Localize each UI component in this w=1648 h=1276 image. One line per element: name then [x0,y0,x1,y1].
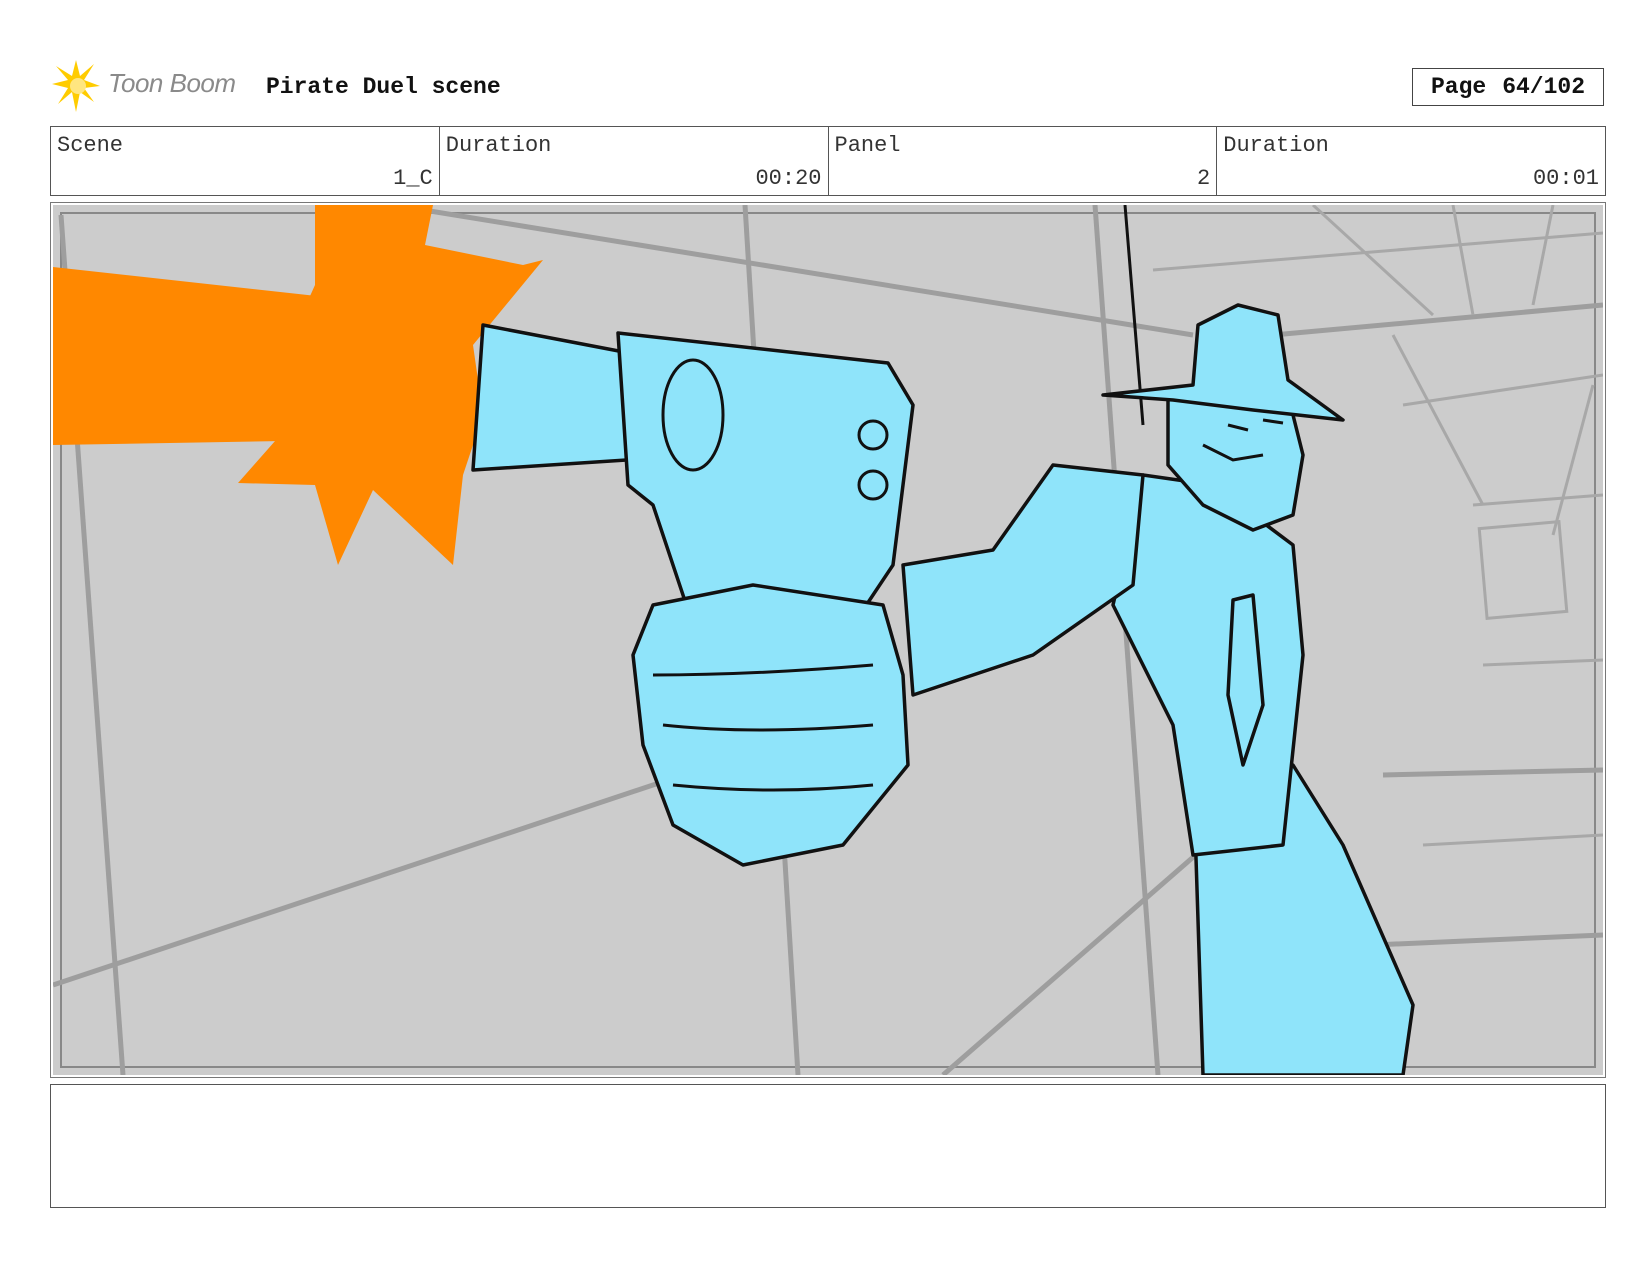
scene-duration-value: 00:20 [755,166,822,191]
scene-value: 1_C [393,166,433,191]
scene-cell: Scene 1_C [51,127,440,195]
logo-text: Toon Boom [108,68,236,98]
scene-duration-label: Duration [445,133,552,158]
page-number: 64/102 [1502,74,1586,100]
toon-boom-logo: Toon Boom [50,58,250,114]
page-label: Page [1430,74,1487,100]
panel-cell: Panel 2 [829,127,1218,195]
document-title: Pirate Duel scene [266,74,501,100]
panel-info-row: Scene 1_C Duration 00:20 Panel 2 Duratio… [50,126,1606,196]
panel-artwork [53,205,1603,1075]
header: Toon Boom Pirate Duel scene [50,58,1610,114]
panel-duration-value: 00:01 [1532,166,1599,191]
page-indicator: Page 64/102 [1412,68,1604,106]
panel-notes-box [50,1084,1606,1208]
panel-label: Panel [834,133,901,158]
panel-duration-label: Duration [1223,133,1329,158]
starburst-logo-icon [52,60,100,112]
scene-label: Scene [57,133,124,158]
scene-duration-cell: Duration 00:20 [440,127,829,195]
panel-value: 2 [1197,166,1211,191]
panel-duration-cell: Duration 00:01 [1217,127,1605,195]
storyboard-panel [50,202,1606,1078]
